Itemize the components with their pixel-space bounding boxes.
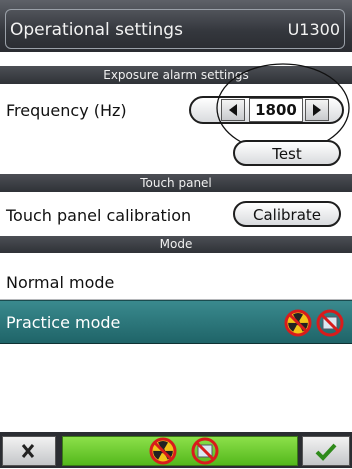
section-touch-panel-label: Touch panel	[140, 176, 212, 190]
section-mode-label: Mode	[159, 237, 193, 251]
no-radiation-icon	[149, 437, 177, 465]
ok-button[interactable]	[302, 436, 350, 466]
mode-item-label: Practice mode	[6, 313, 121, 332]
title-bar: Operational settings U1300	[0, 0, 352, 52]
frequency-label: Frequency (Hz)	[6, 101, 127, 120]
practice-mode-status-button[interactable]	[62, 436, 298, 466]
footer-bar	[0, 432, 352, 468]
test-button[interactable]: Test	[233, 140, 341, 166]
calibrate-button-label: Calibrate	[253, 206, 321, 224]
close-icon	[21, 444, 35, 458]
mode-item-label: Normal mode	[6, 273, 115, 292]
calibrate-button[interactable]: Calibrate	[233, 201, 341, 227]
window-title: Operational settings	[10, 20, 183, 40]
cancel-button[interactable]	[2, 436, 56, 466]
section-touch-panel: Touch panel	[0, 174, 352, 192]
test-button-label: Test	[272, 145, 302, 163]
no-sensor-icon	[191, 437, 219, 465]
section-mode: Mode	[0, 236, 352, 253]
device-code: U1300	[287, 20, 340, 39]
check-icon	[315, 443, 337, 461]
no-radiation-icon	[284, 309, 312, 337]
calibration-label: Touch panel calibration	[6, 206, 192, 225]
mode-item-practice[interactable]: Practice mode	[0, 300, 352, 344]
no-sensor-icon	[316, 309, 344, 337]
